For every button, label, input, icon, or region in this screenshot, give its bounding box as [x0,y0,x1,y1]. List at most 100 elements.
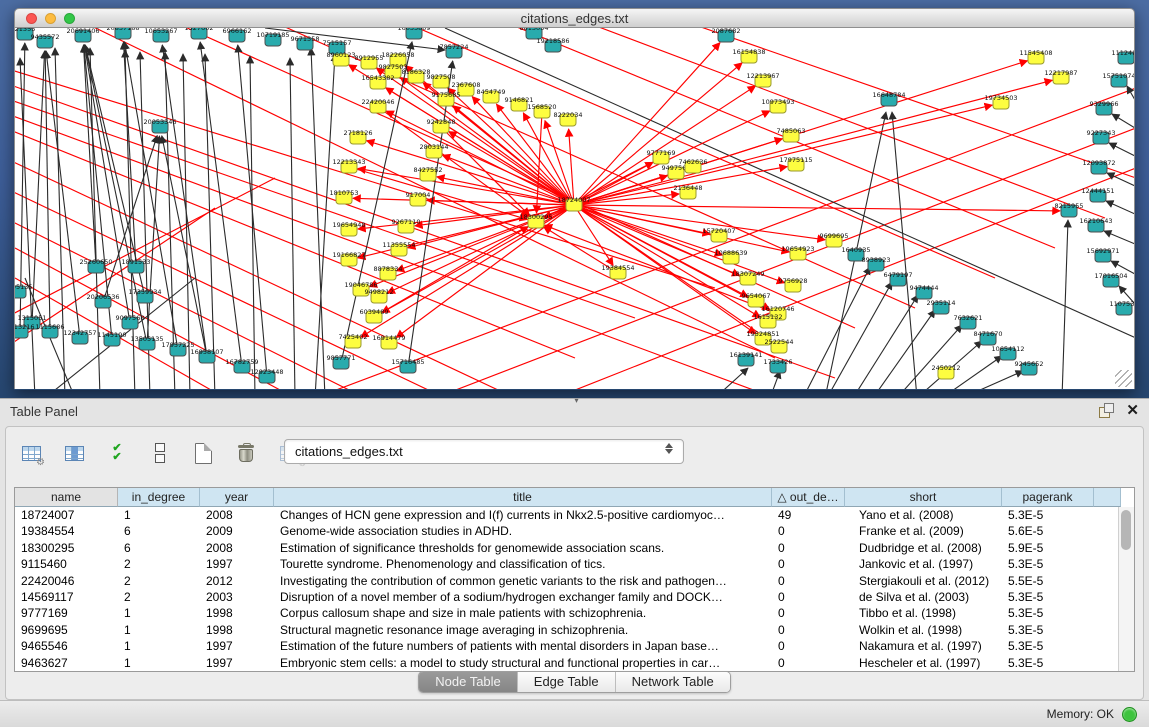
vertical-scrollbar[interactable] [1118,507,1134,671]
column-header-short[interactable]: short [845,488,1002,507]
graph-background-edge[interactable] [1112,114,1135,128]
graph-edge[interactable] [367,141,574,205]
graph-node-label: 17016504 [1094,272,1127,280]
table-row[interactable]: 1830029562008Estimation of significance … [15,540,1134,556]
close-panel-icon[interactable]: ✕ [1126,403,1139,418]
table-row[interactable]: 2242004622012Investigating the contribut… [15,573,1134,589]
graph-background-edge[interactable] [873,310,935,389]
table-row[interactable]: 1938455462009Genome-wide association stu… [15,523,1134,539]
graph-node-label: 12217987 [1044,69,1077,77]
new-document-button[interactable] [188,439,218,467]
graph-background-edge[interactable] [15,218,365,389]
table-cell: Jankovic et al. (1997) [845,556,1002,572]
graph-background-edge[interactable] [897,325,962,389]
graph-node-label: 3913216 [15,323,34,331]
table-tabs: Node TableEdge TableNetwork Table [6,671,1143,693]
table-cell [1094,556,1121,572]
graph-background-edge[interactable] [1109,143,1135,156]
column-header-name[interactable]: name [15,488,118,507]
delete-button[interactable] [231,439,261,467]
row-height-button[interactable] [145,439,175,467]
network-window[interactable]: citations_edges.txt 21355943557220691406… [14,8,1135,390]
graph-node-label: 18307249 [731,270,764,278]
graph-edge[interactable] [574,111,770,205]
graph-node-label: 7462636 [679,158,708,166]
graph-edge[interactable] [45,51,50,332]
graph-edge[interactable] [32,51,45,323]
graph-background-edge[interactable] [250,56,255,389]
graph-edge[interactable] [408,61,453,367]
graph-node-label: 12093872 [1082,159,1115,167]
graph-background-edge[interactable] [853,295,918,389]
select-columns-button[interactable] [59,439,89,467]
table-row[interactable]: 946554611997Estimation of the future num… [15,638,1134,654]
table-body: 1872400712008Changes of HCN gene express… [15,507,1134,671]
graph-background-edge[interactable] [290,58,295,389]
select-rows-button[interactable]: ✔✔ [102,439,132,467]
graph-background-edge[interactable] [1104,231,1135,244]
graph-background-edge[interactable] [1106,201,1135,214]
table-cell: Estimation of the future numbers of pati… [274,638,772,654]
table-settings-button[interactable]: ⚙ [16,439,46,467]
table-selector-dropdown[interactable]: citations_edges.txt [284,439,684,464]
column-header-title[interactable]: title [274,488,772,507]
tab-edge-table[interactable]: Edge Table [518,672,616,692]
float-panel-icon[interactable] [1099,403,1114,418]
table-cell: Stergiakouli et al. (2012) [845,573,1002,589]
table-cell: 9463627 [15,655,118,671]
column-header-year[interactable]: year [200,488,274,507]
graph-edge[interactable] [162,136,207,357]
document-icon [195,443,212,464]
graph-background-edge[interactable] [495,28,1055,248]
graph-edge[interactable] [238,45,267,377]
table-cell [1094,655,1121,671]
graph-background-edge[interactable] [827,282,892,389]
splitter-arrow-icon[interactable]: ▾ [575,396,579,405]
graph-edge[interactable] [574,205,1060,211]
graph-edge[interactable] [349,167,527,219]
graph-background-edge[interactable] [1107,173,1135,186]
table-cell: 2 [118,556,200,572]
table-row[interactable]: 1456911722003Disruption of a novel membe… [15,589,1134,605]
graph-edge[interactable] [574,205,613,265]
table-cell: 5.6E-5 [1002,523,1094,539]
column-header-pagerank[interactable]: pagerank [1002,488,1094,507]
network-canvas[interactable]: 2135594355722069140620837188106532671527… [14,28,1135,389]
graph-node-label: 16958107 [190,348,223,356]
graph-node-label: 19218586 [536,37,569,45]
graph-node-label: 6479197 [884,271,913,279]
graph-background-edge[interactable] [205,54,215,389]
graph-background-edge[interactable] [962,371,1023,389]
table-cell: Nakamura et al. (1997) [845,638,1002,654]
table-row[interactable]: 911546021997Tourette syndrome. Phenomeno… [15,556,1134,572]
tab-node-table[interactable]: Node Table [419,672,518,692]
column-header-out_de[interactable]: △ out_de… [772,488,845,507]
table-row[interactable]: 969969511998Structural magnetic resonanc… [15,622,1134,638]
tab-network-table[interactable]: Network Table [616,672,730,692]
graph-background-edge[interactable] [1062,220,1068,389]
graph-background-edge[interactable] [1127,86,1135,100]
graph-edge[interactable] [46,51,80,338]
graph-edge[interactable] [569,129,574,205]
network-window-titlebar[interactable]: citations_edges.txt [14,8,1135,28]
table-cell [1094,540,1121,556]
graph-background-edge[interactable] [892,112,917,389]
graph-background-edge[interactable] [770,371,780,389]
graph-node-label: 8912955 [355,54,384,62]
scrollbar-thumb[interactable] [1121,510,1131,550]
graph-node-label: 17359934 [128,288,161,296]
column-header-in_degree[interactable]: in_degree [118,488,200,507]
graph-node-label: 9654067 [742,292,771,300]
resize-grip-icon[interactable] [1115,370,1132,387]
graph-edge[interactable] [574,80,1052,205]
graph-background-edge[interactable] [555,168,1135,389]
table-row[interactable]: 977716911998Corpus callosum shape and si… [15,605,1134,621]
table-row[interactable]: 946362711997Embryonic stem cells: a mode… [15,655,1134,671]
graph-edge[interactable] [574,205,825,240]
graph-background-edge[interactable] [15,128,575,358]
table-cell: 1 [118,655,200,671]
graph-node-label: 9242848 [427,118,456,126]
graph-edge[interactable] [147,136,159,344]
graph-node-label: 19166827 [332,251,365,259]
table-row[interactable]: 1872400712008Changes of HCN gene express… [15,507,1134,523]
